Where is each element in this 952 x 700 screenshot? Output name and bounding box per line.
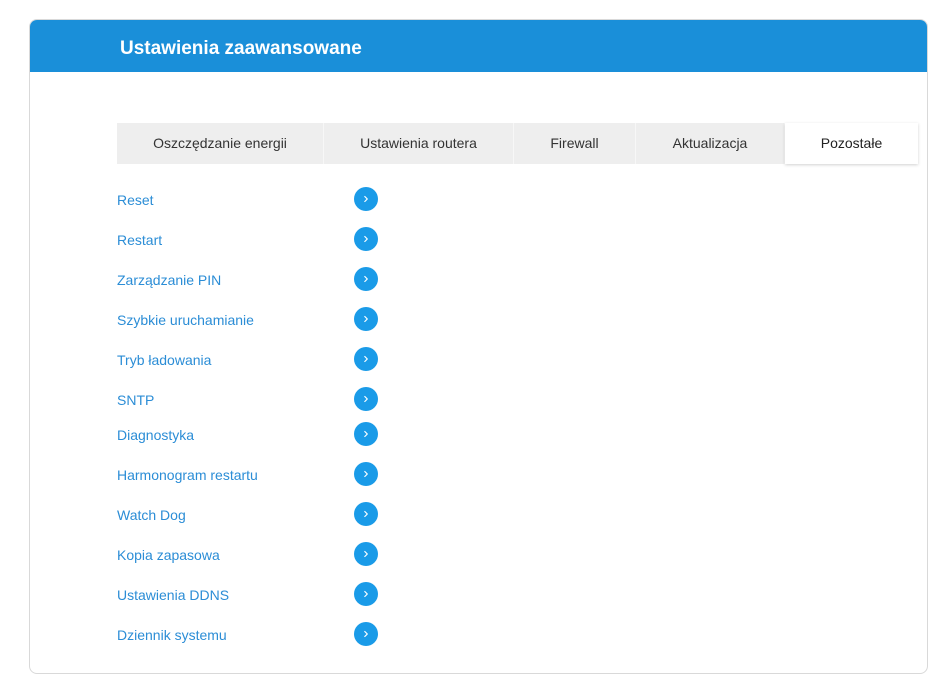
menu-item-sntp[interactable]: SNTP bbox=[117, 387, 379, 413]
chevron-right-icon[interactable] bbox=[354, 227, 378, 251]
menu-item-label[interactable]: Tryb ładowania bbox=[117, 352, 211, 368]
chevron-right-icon[interactable] bbox=[354, 542, 378, 566]
tab-router-settings[interactable]: Ustawienia routera bbox=[324, 123, 514, 164]
tab-other[interactable]: Pozostałe bbox=[785, 123, 918, 164]
menu-item-label[interactable]: Restart bbox=[117, 232, 162, 248]
menu-item-label[interactable]: Diagnostyka bbox=[117, 427, 194, 443]
tab-bar: Oszczędzanie energii Ustawienia routera … bbox=[117, 123, 918, 164]
menu-item-label[interactable]: Harmonogram restartu bbox=[117, 467, 258, 483]
menu-item-pin-management[interactable]: Zarządzanie PIN bbox=[117, 267, 379, 293]
menu-item-label[interactable]: Watch Dog bbox=[117, 507, 186, 523]
chevron-right-icon[interactable] bbox=[354, 307, 378, 331]
chevron-right-icon[interactable] bbox=[354, 622, 378, 646]
menu-item-restart-schedule[interactable]: Harmonogram restartu bbox=[117, 462, 379, 488]
menu-item-diagnostics[interactable]: Diagnostyka bbox=[117, 422, 379, 448]
menu-item-label[interactable]: Dziennik systemu bbox=[117, 627, 227, 643]
menu-item-watch-dog[interactable]: Watch Dog bbox=[117, 502, 379, 528]
menu-item-system-log[interactable]: Dziennik systemu bbox=[117, 622, 379, 648]
menu-item-quick-setup[interactable]: Szybkie uruchamianie bbox=[117, 307, 379, 333]
menu-item-label[interactable]: Ustawienia DDNS bbox=[117, 587, 229, 603]
tab-firewall[interactable]: Firewall bbox=[514, 123, 636, 164]
page-title: Ustawienia zaawansowane bbox=[120, 38, 362, 59]
tab-energy-saving[interactable]: Oszczędzanie energii bbox=[117, 123, 324, 164]
menu-item-label[interactable]: Zarządzanie PIN bbox=[117, 272, 221, 288]
menu-item-label[interactable]: Szybkie uruchamianie bbox=[117, 312, 254, 328]
menu-item-label[interactable]: SNTP bbox=[117, 392, 154, 408]
menu-item-restart[interactable]: Restart bbox=[117, 227, 379, 253]
chevron-right-icon[interactable] bbox=[354, 267, 378, 291]
menu-item-ddns-settings[interactable]: Ustawienia DDNS bbox=[117, 582, 379, 608]
advanced-settings-panel: Ustawienia zaawansowane Oszczędzanie ene… bbox=[29, 19, 928, 674]
chevron-right-icon[interactable] bbox=[354, 582, 378, 606]
menu-item-charging-mode[interactable]: Tryb ładowania bbox=[117, 347, 379, 373]
chevron-right-icon[interactable] bbox=[354, 422, 378, 446]
chevron-right-icon[interactable] bbox=[354, 187, 378, 211]
tab-update[interactable]: Aktualizacja bbox=[636, 123, 785, 164]
chevron-right-icon[interactable] bbox=[354, 502, 378, 526]
chevron-right-icon[interactable] bbox=[354, 387, 378, 411]
menu-item-reset[interactable]: Reset bbox=[117, 187, 379, 213]
chevron-right-icon[interactable] bbox=[354, 462, 378, 486]
menu-item-label[interactable]: Kopia zapasowa bbox=[117, 547, 220, 563]
menu-item-label[interactable]: Reset bbox=[117, 192, 154, 208]
menu-item-backup[interactable]: Kopia zapasowa bbox=[117, 542, 379, 568]
chevron-right-icon[interactable] bbox=[354, 347, 378, 371]
panel-header: Ustawienia zaawansowane bbox=[30, 20, 927, 72]
